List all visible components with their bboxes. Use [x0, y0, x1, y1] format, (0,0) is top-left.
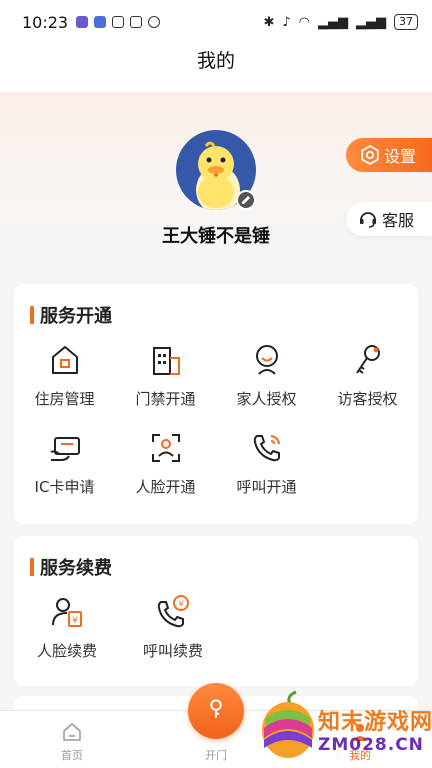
service-activation-card: 服务开通 住房管理 门禁开通 家人授权 访客授权 IC卡申请 人脸开通 呼叫开通 [14, 284, 418, 524]
status-notification-icons [76, 16, 161, 28]
house-icon [51, 346, 78, 374]
title-accent-bar [30, 558, 34, 576]
watermark-text: 知末游戏网 [318, 710, 432, 735]
headset-icon [360, 212, 376, 228]
section-title-text: 服务开通 [40, 306, 112, 327]
phone-icon [253, 435, 280, 462]
customer-service-label: 客服 [382, 211, 415, 230]
gear-icon [361, 145, 379, 165]
renew-grid: ¥ 人脸续费 ¥ 呼叫续费 [14, 580, 418, 682]
building-icon [152, 347, 180, 375]
status-right: ✱ ♪ ◠ ▂▄▆ ▂▄▆ 37 [263, 14, 418, 30]
edit-avatar-icon[interactable] [236, 190, 256, 210]
settings-label: 设置 [384, 147, 417, 166]
status-bar: 10:23 ✱ ♪ ◠ ▂▄▆ ▂▄▆ 37 [0, 0, 432, 44]
nfc-icon [112, 16, 125, 28]
service-item-ic-card[interactable]: IC卡申请 [14, 430, 115, 518]
grid-label: 人脸续费 [36, 642, 97, 660]
bluetooth-icon: ✱ [263, 14, 275, 30]
grid-label: 住房管理 [34, 390, 95, 408]
svg-text:¥: ¥ [72, 616, 78, 626]
page-title: 我的 [0, 44, 432, 92]
signal-icon: ▂▄▆ [318, 14, 348, 30]
grid-label: 门禁开通 [135, 390, 196, 408]
grid-label: IC卡申请 [34, 478, 95, 496]
grid-label: 人脸开通 [135, 478, 196, 496]
phone-pay-icon: ¥ [157, 595, 189, 628]
home-icon [63, 723, 81, 741]
renew-item-call[interactable]: ¥ 呼叫续费 [120, 594, 226, 682]
card-icon [50, 437, 80, 461]
section-title-text: 服务续费 [40, 558, 112, 579]
service-item-visitor[interactable]: 访客授权 [317, 342, 418, 430]
tab-label: 首页 [61, 749, 83, 762]
key-icon [210, 699, 222, 718]
section-title: 服务续费 [14, 536, 418, 580]
tab-home[interactable]: 首页 [0, 711, 144, 768]
face-pay-icon: ¥ [52, 598, 82, 627]
person-smile-icon [255, 345, 278, 375]
renew-item-face[interactable]: ¥ 人脸续费 [14, 594, 120, 682]
grid-label: 家人授权 [236, 390, 297, 408]
wifi-icon: ◠ [298, 14, 310, 30]
customer-service-button[interactable]: 客服 [346, 202, 432, 236]
service-item-family[interactable]: 家人授权 [216, 342, 317, 430]
app-notification-icon [94, 16, 107, 28]
open-door-button[interactable] [188, 683, 244, 739]
profile-header: 王大锤不是锤 [0, 92, 432, 282]
tab-label: 开门 [205, 749, 227, 762]
app-notification-icon [76, 16, 89, 28]
battery-icon: 37 [394, 14, 418, 30]
title-accent-bar [30, 306, 34, 324]
service-item-call[interactable]: 呼叫开通 [216, 430, 317, 518]
grid-label: 访客授权 [337, 390, 398, 408]
key-icon [355, 345, 380, 374]
face-scan-icon [151, 434, 180, 462]
service-item-face[interactable]: 人脸开通 [115, 430, 216, 518]
status-time: 10:23 [22, 12, 69, 32]
service-renew-card: 服务续费 ¥ 人脸续费 ¥ 呼叫续费 [14, 536, 418, 686]
service-grid: 住房管理 门禁开通 家人授权 访客授权 IC卡申请 人脸开通 呼叫开通 [14, 328, 418, 518]
signal-icon: ▂▄▆ [356, 14, 386, 30]
mute-icon: ♪ [282, 14, 291, 30]
watermark-url: ZM028.CN [318, 735, 424, 755]
grid-label: 呼叫续费 [142, 642, 203, 660]
grid-label: 呼叫开通 [236, 478, 297, 496]
service-item-access[interactable]: 门禁开通 [115, 342, 216, 430]
n-icon [130, 16, 143, 28]
svg-text:¥: ¥ [178, 600, 183, 609]
section-title: 服务开通 [14, 284, 418, 328]
settings-button[interactable]: 设置 [346, 138, 432, 172]
service-item-housing[interactable]: 住房管理 [14, 342, 115, 430]
alarm-icon [148, 16, 161, 28]
